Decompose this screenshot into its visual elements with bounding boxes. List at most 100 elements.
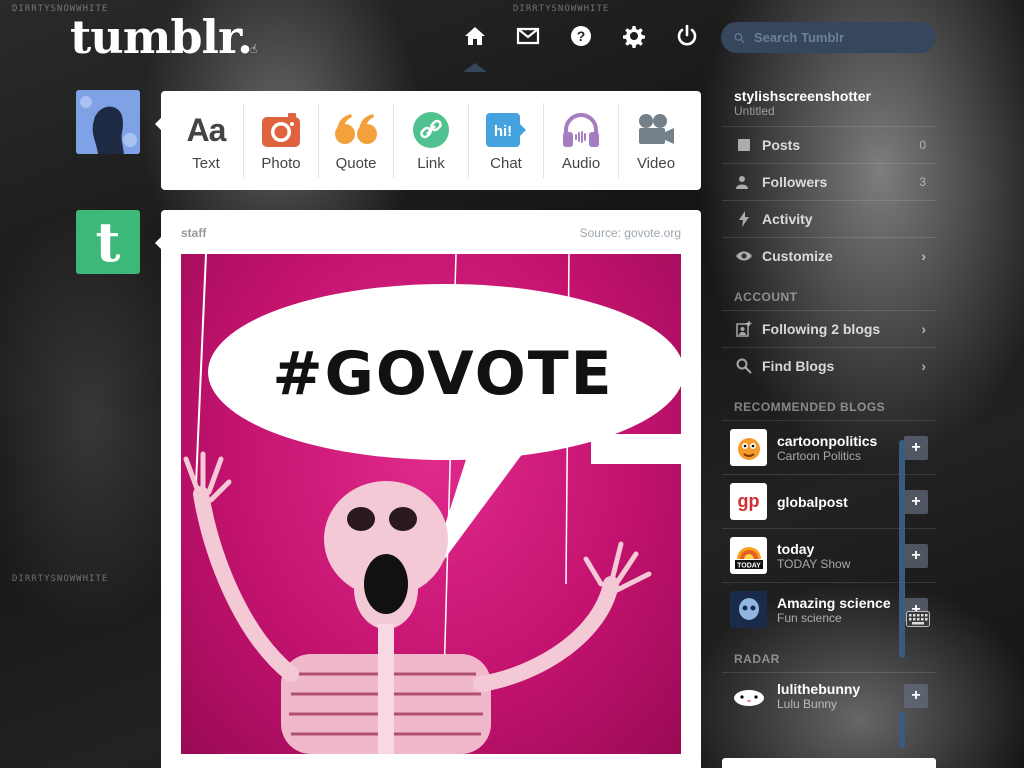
- follow-button[interactable]: +: [904, 543, 928, 568]
- watermark-left: DIRRTYSNOWWHITE: [12, 574, 109, 584]
- sidebar-item-label: Activity: [762, 211, 813, 227]
- radar-blog-title: Lulu Bunny: [777, 696, 838, 711]
- sidebar-item-customize[interactable]: Customize ›: [722, 237, 936, 274]
- activity-icon: [739, 211, 749, 227]
- keyboard-icon: [906, 611, 930, 627]
- section-title-recommended: RECOMMENDED BLOGS: [734, 400, 886, 414]
- post-author[interactable]: staff: [181, 226, 206, 240]
- blog-avatar: TODAY: [730, 537, 767, 574]
- post-type-label: Chat: [490, 155, 522, 172]
- recommended-blog-name: cartoonpolitics: [777, 432, 878, 449]
- post-source[interactable]: Source: govote.org: [580, 226, 681, 240]
- post-type-photo[interactable]: Photo: [244, 103, 319, 178]
- svg-text:TODAY: TODAY: [737, 562, 761, 569]
- envelope-icon: [516, 27, 539, 45]
- xray-skull-icon: [738, 597, 759, 620]
- following-icon: [736, 321, 752, 337]
- chat-icon: hi!: [486, 113, 526, 147]
- blog-avatar: [730, 677, 767, 714]
- post-type-label: Link: [417, 155, 445, 172]
- post-header: staff Source: govote.org: [181, 226, 681, 240]
- video-camera-icon: [639, 114, 674, 144]
- follow-button[interactable]: +: [904, 489, 928, 514]
- post-photo[interactable]: #GOVOTE: [181, 254, 681, 754]
- recommended-blog-title: Fun science: [777, 610, 842, 625]
- govote-illustration: #GOVOTE: [183, 254, 681, 754]
- tumblr-t-icon: t: [95, 210, 121, 274]
- govote-text: #GOVOTE: [272, 339, 613, 409]
- post-type-label: Text: [192, 155, 220, 172]
- search-input[interactable]: [754, 30, 924, 45]
- post-type-audio[interactable]: Audio: [544, 103, 619, 178]
- svg-text:?: ?: [576, 28, 585, 44]
- post-type-link[interactable]: Link: [394, 103, 469, 178]
- today-logo-icon: TODAY: [734, 546, 763, 569]
- home-icon: [464, 27, 485, 45]
- post-type-bar: Aa Text Photo Quote Link hi! Chat Audio …: [161, 91, 701, 190]
- sidebar-item-count: 3: [919, 175, 926, 189]
- home-button[interactable]: [448, 18, 501, 54]
- power-icon: [677, 24, 696, 46]
- section-title-account: ACCOUNT: [734, 290, 798, 304]
- follow-button[interactable]: +: [904, 683, 928, 708]
- top-nav: ?: [448, 18, 713, 54]
- post-type-quote[interactable]: Quote: [319, 103, 394, 178]
- sidebar-item-label: Followers: [762, 174, 828, 190]
- messages-button[interactable]: [501, 18, 554, 54]
- post-type-video[interactable]: Video: [619, 103, 693, 178]
- followers-icon: [736, 176, 748, 189]
- help-icon: ?: [570, 26, 591, 46]
- recommended-blog-name: globalpost: [777, 493, 848, 510]
- logout-button[interactable]: [660, 18, 713, 54]
- blog-avatar: gp: [730, 483, 767, 520]
- post-type-chat[interactable]: hi! Chat: [469, 103, 544, 178]
- recommended-scrollbar[interactable]: [899, 440, 905, 658]
- chevron-right-icon: ›: [921, 248, 926, 264]
- sidebar-item-followers[interactable]: Followers 3: [722, 163, 936, 200]
- chevron-right-icon: ›: [921, 358, 926, 374]
- post-type-label: Audio: [561, 155, 601, 172]
- gear-icon: [622, 26, 645, 48]
- camera-icon: [262, 113, 300, 147]
- radar-scrollbar[interactable]: [899, 712, 905, 748]
- sidebar-item-find-blogs[interactable]: Find Blogs ›: [722, 347, 936, 384]
- headphones-icon: [563, 113, 599, 147]
- recommended-blog-name: Amazing science: [777, 594, 891, 611]
- user-avatar[interactable]: [76, 90, 140, 154]
- user-silhouette-icon: [76, 90, 140, 154]
- eye-icon: [736, 251, 752, 261]
- post-type-text[interactable]: Aa Text: [169, 103, 244, 178]
- sidebar-item-label: Find Blogs: [762, 358, 835, 374]
- settings-button[interactable]: [607, 18, 660, 54]
- recommended-blog-title: TODAY Show: [777, 556, 851, 571]
- tumblr-logo[interactable]: tumblr.: [70, 10, 253, 64]
- watermark-top-center: DIRRTYSNOWWHITE: [513, 4, 610, 14]
- sidebar-item-activity[interactable]: Activity: [722, 200, 936, 237]
- search-bar[interactable]: [721, 22, 936, 53]
- post-type-label: Video: [636, 155, 676, 172]
- globalpost-logo-icon: gp: [737, 491, 760, 511]
- link-icon: [413, 112, 449, 148]
- post-type-label: Photo: [261, 155, 301, 172]
- recommended-blog-title: Cartoon Politics: [777, 448, 862, 463]
- chat-badge: hi!: [494, 123, 512, 140]
- posts-icon: [738, 139, 750, 151]
- sidebar-item-count: 0: [919, 138, 926, 152]
- search-icon: [734, 32, 745, 43]
- sidebar-item-label: Following 2 blogs: [762, 321, 881, 337]
- blog-name[interactable]: stylishscreenshotter: [722, 82, 936, 104]
- sidebar-bottom-panel: [722, 758, 936, 768]
- follow-button[interactable]: +: [904, 435, 928, 460]
- cartoon-character-icon: [737, 437, 760, 460]
- staff-avatar[interactable]: t: [76, 210, 140, 274]
- blog-avatar: [730, 429, 767, 466]
- hand-cursor-icon: ☝: [250, 42, 258, 56]
- radar-blog[interactable]: lulithebunny Lulu Bunny +: [722, 672, 936, 718]
- chevron-right-icon: ›: [921, 321, 926, 337]
- sidebar-item-posts[interactable]: Posts 0: [722, 126, 936, 163]
- sidebar-item-following[interactable]: Following 2 blogs ›: [722, 310, 936, 347]
- help-button[interactable]: ?: [554, 18, 607, 54]
- quote-icon: [335, 114, 377, 144]
- radar-blog-name: lulithebunny: [777, 680, 861, 697]
- dashboard-post: staff Source: govote.org #GOVOTE: [161, 210, 701, 768]
